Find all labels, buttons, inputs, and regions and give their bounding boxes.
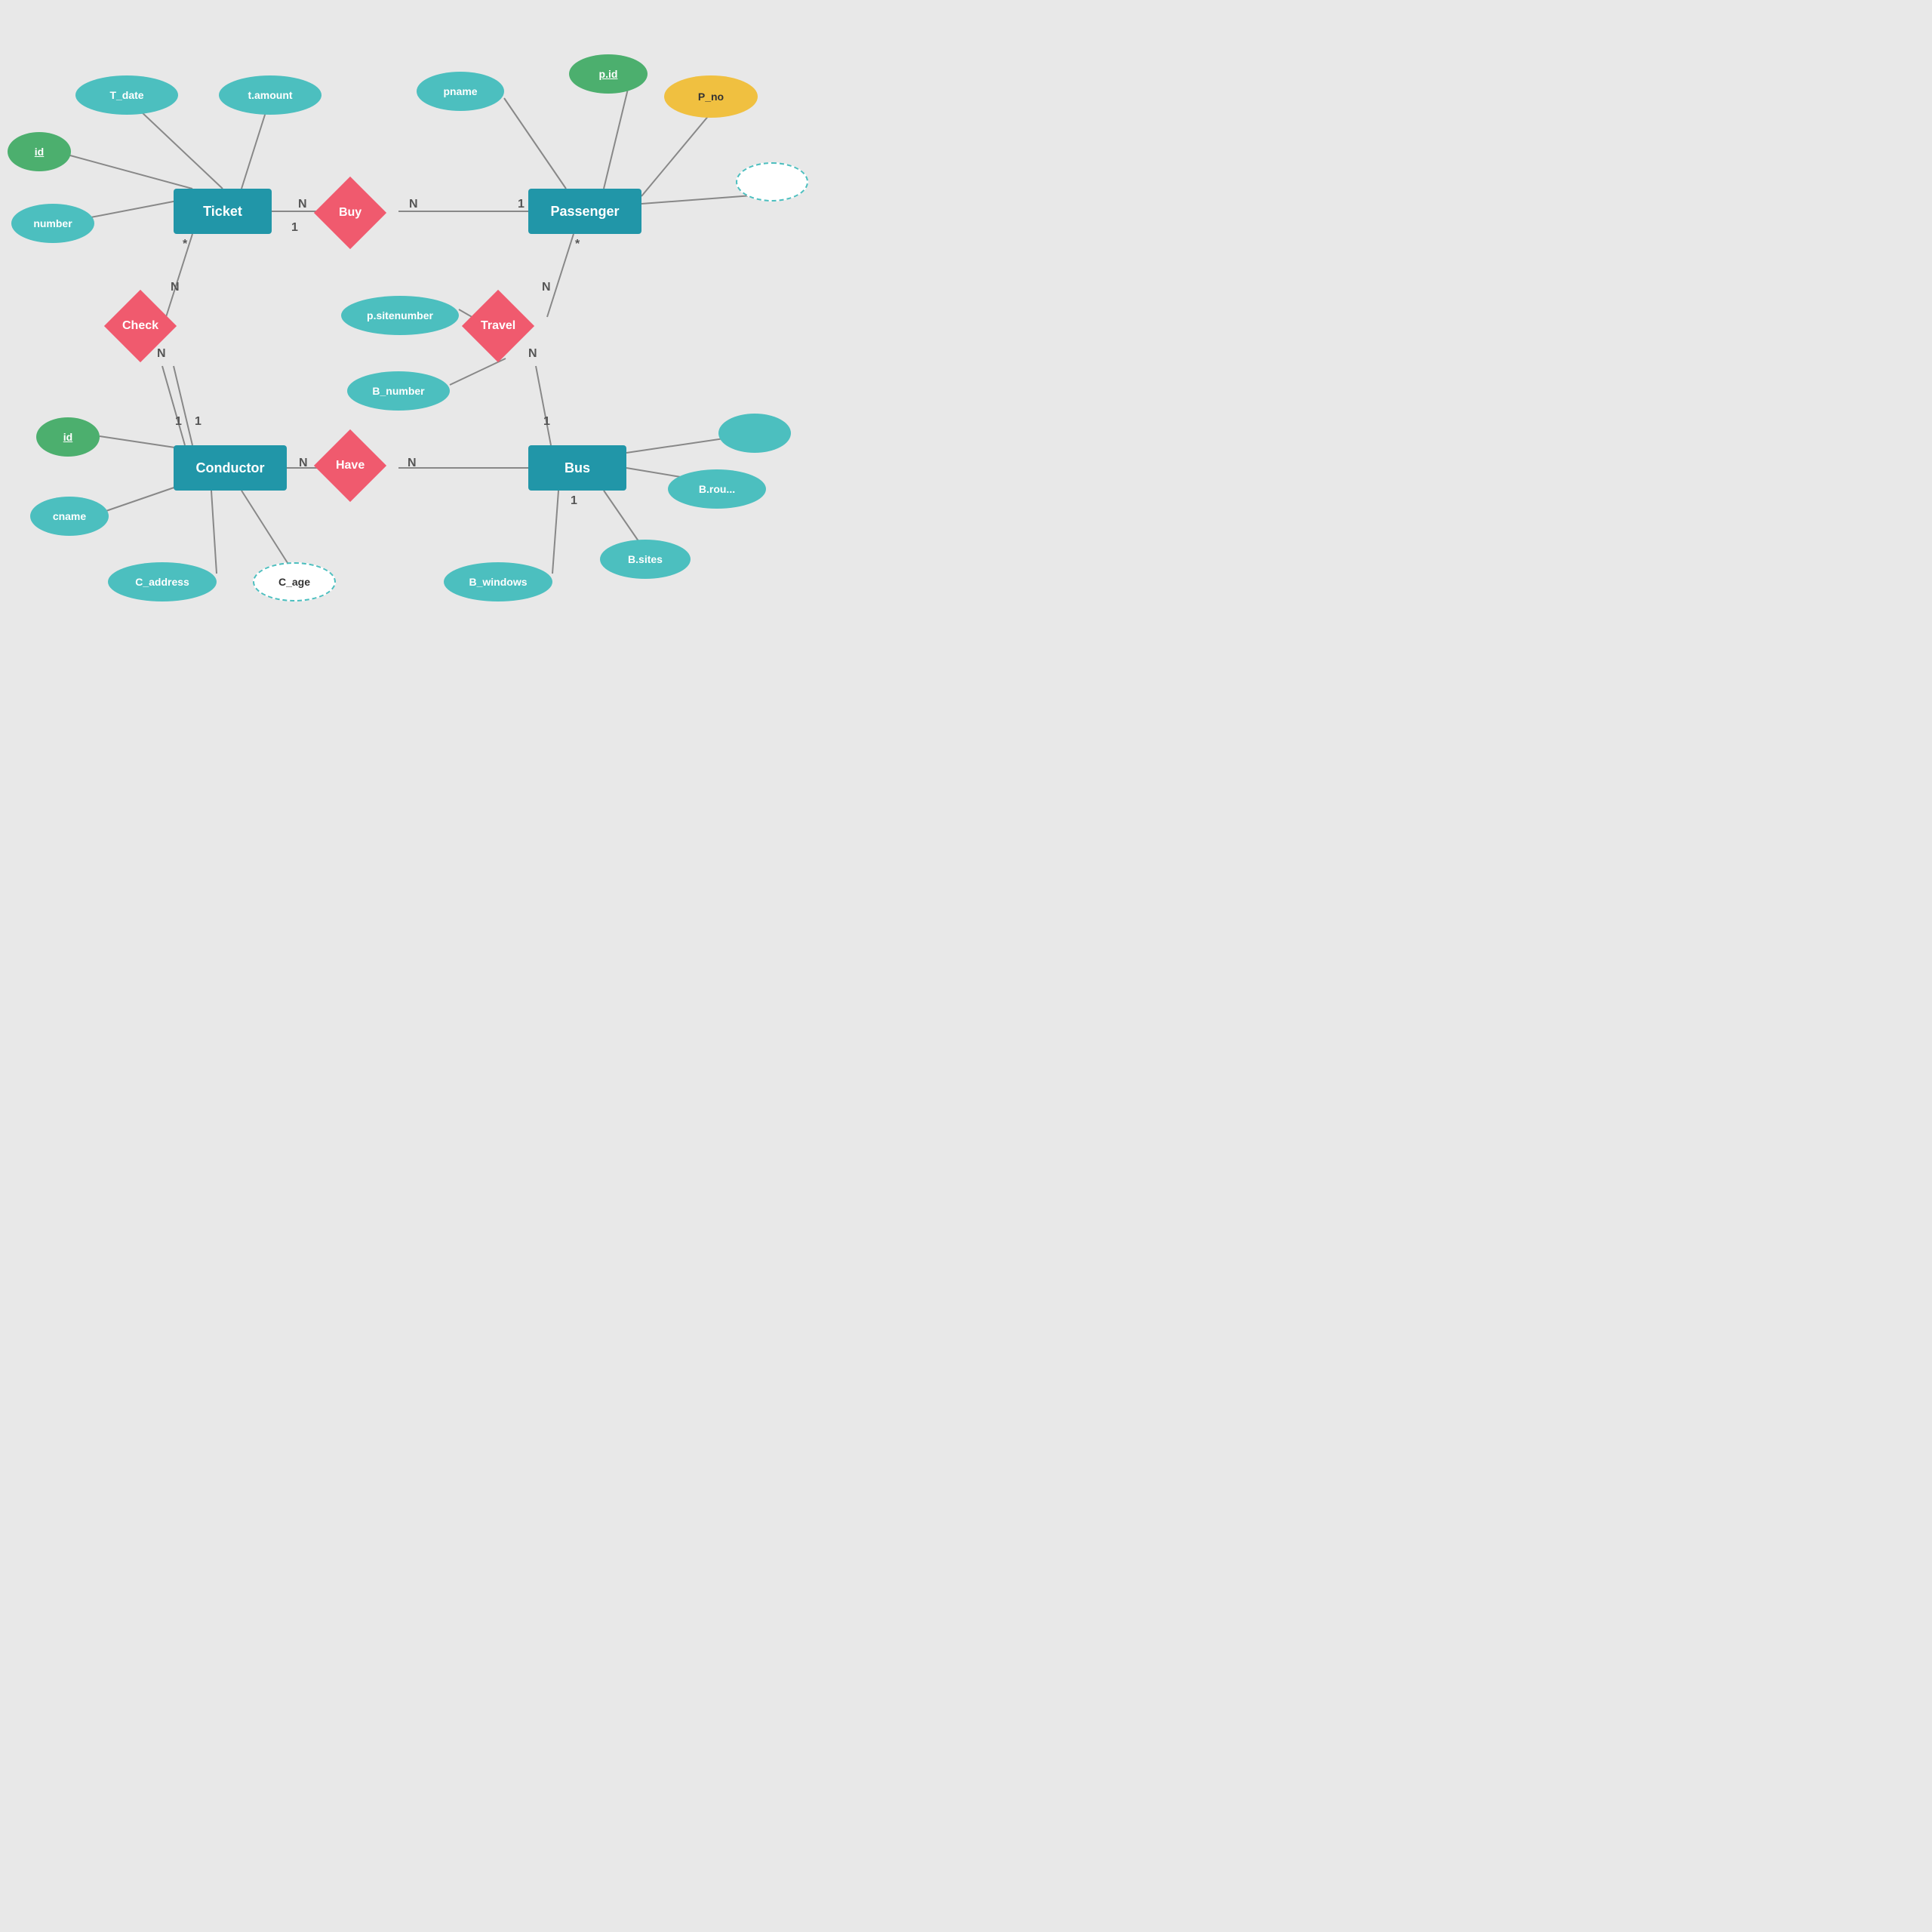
attribute-ticket-id: id [8,132,71,171]
attribute-p-id: p.id [569,54,648,94]
attribute-t-number: number [11,204,94,243]
mult-travel-bus-n: N [528,347,537,361]
attribute-bus-extra [718,414,791,453]
mult-have-bus-n: N [408,457,417,470]
entity-passenger: Passenger [528,189,641,234]
attribute-c-address: C_address [108,562,217,601]
relationship-check: Check [104,290,177,362]
attribute-cname: cname [30,497,109,536]
mult-buy-ticket-1: 1 [291,221,298,235]
mult-travel-passenger-n: N [542,281,551,294]
mult-bus-bottom-1: 1 [571,494,577,508]
attribute-t-date: T_date [75,75,178,115]
mult-buy-passenger-n: N [409,198,418,211]
mult-have-conductor-n: N [299,457,308,470]
entity-ticket: Ticket [174,189,272,234]
attribute-p-phone [736,162,808,202]
mult-ticket-star: * [183,238,187,251]
attribute-c-age: C_age [253,562,336,601]
mult-check-conductor-n: N [157,347,166,361]
attribute-b-route: B.rou... [668,469,766,509]
entity-conductor: Conductor [174,445,287,491]
mult-passenger-star: * [575,238,580,251]
relationship-buy: Buy [314,177,386,249]
attribute-t-amount: t.amount [219,75,321,115]
attribute-b-windows: B_windows [444,562,552,601]
mult-check-ticket-n: N [171,281,180,294]
mult-check-1a: 1 [175,415,182,429]
attribute-b-number: B_number [347,371,450,411]
mult-buy-ticket-n: N [298,198,307,211]
entity-bus: Bus [528,445,626,491]
mult-travel-bus-1: 1 [543,415,550,429]
mult-check-1b: 1 [195,415,202,429]
attribute-conductor-id: id [36,417,100,457]
diagram-lines [0,0,966,966]
attribute-pname: pname [417,72,504,111]
attribute-p-sitenumber: p.sitenumber [341,296,459,335]
relationship-travel: Travel [462,290,534,362]
mult-buy-passenger-1: 1 [518,198,525,211]
er-diagram: Ticket Passenger Conductor Bus Buy Check… [0,0,966,966]
attribute-b-sites: B.sites [600,540,691,579]
attribute-p-no: P_no [664,75,758,118]
relationship-have: Have [314,429,386,502]
